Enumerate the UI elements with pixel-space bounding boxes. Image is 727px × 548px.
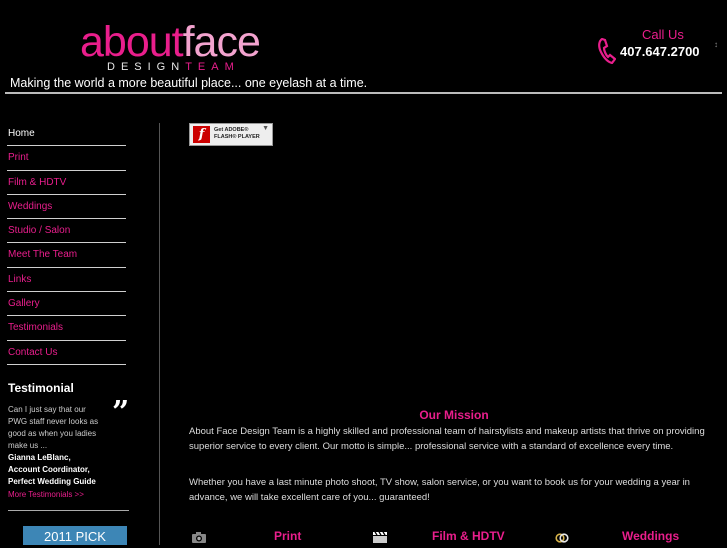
nav-item-links[interactable]: Links <box>7 268 126 293</box>
mission-heading: Our Mission <box>419 408 489 422</box>
nav-item-gallery[interactable]: Gallery <box>7 292 126 317</box>
service-link-print[interactable]: Print <box>274 529 301 543</box>
nav-item-film-hdtv[interactable]: Film & HDTV <box>7 171 126 195</box>
sidebar-divider <box>8 510 129 511</box>
sidebar-nav: Home Print Film & HDTV Weddings Studio /… <box>7 122 126 365</box>
author-role: Account Coordinator, <box>8 465 90 474</box>
nav-item-studio-salon[interactable]: Studio / Salon <box>7 219 126 244</box>
flash-icon: f <box>193 126 210 143</box>
tagline: Making the world a more beautiful place.… <box>10 76 368 90</box>
service-link-film-hdtv[interactable]: Film & HDTV <box>432 529 505 543</box>
camera-icon <box>191 530 207 543</box>
logo-wordmark: aboutface <box>80 18 261 66</box>
service-links: Print Film & HDTV Weddings <box>190 528 727 545</box>
author-name: Gianna LeBlanc, <box>8 453 71 462</box>
header-divider <box>5 92 722 94</box>
decorative-mark: ↕ <box>714 40 718 49</box>
nav-item-weddings[interactable]: Weddings <box>7 195 126 220</box>
logo[interactable]: aboutface DESIGNTEAM <box>80 18 261 74</box>
flash-label: Get ADOBE® FLASH® PLAYER <box>214 127 260 140</box>
contact-block: Call Us 407.647.2700 <box>598 26 708 66</box>
nav-item-testimonials[interactable]: Testimonials <box>7 316 126 341</box>
quote-icon: ” <box>112 395 130 430</box>
call-us-label: Call Us <box>642 27 684 42</box>
phone-icon <box>598 37 617 69</box>
clapperboard-icon <box>372 530 388 543</box>
testimonial-author: Gianna LeBlanc, Account Coordinator, Per… <box>8 452 118 488</box>
nav-item-contact-us[interactable]: Contact Us <box>7 341 126 365</box>
nav-item-meet-the-team[interactable]: Meet The Team <box>7 243 126 268</box>
award-badge[interactable]: 2011 PICK <box>23 526 127 545</box>
badge-label: PICK <box>75 529 106 544</box>
logo-subtitle: DESIGNTEAM <box>107 61 240 73</box>
get-flash-player-button[interactable]: f Get ADOBE® FLASH® PLAYER ▼ <box>189 123 273 146</box>
badge-year: 2011 <box>44 529 72 544</box>
mission-paragraph: Whether you have a last minute photo sho… <box>189 477 690 503</box>
rings-icon <box>554 530 570 543</box>
service-link-weddings[interactable]: Weddings <box>622 529 679 543</box>
nav-item-print[interactable]: Print <box>7 146 126 171</box>
author-org: Perfect Wedding Guide <box>8 477 96 486</box>
nav-item-home[interactable]: Home <box>7 122 126 147</box>
column-divider <box>159 123 160 545</box>
download-arrow-icon: ▼ <box>262 125 269 132</box>
more-testimonials-link[interactable]: More Testimonials >> <box>8 490 84 499</box>
phone-number[interactable]: 407.647.2700 <box>620 44 700 59</box>
mission-paragraph: About Face Design Team is a highly skill… <box>189 426 705 452</box>
testimonial-heading: Testimonial <box>8 381 74 395</box>
testimonial-text: Can I just say that our PWG staff never … <box>8 405 99 450</box>
